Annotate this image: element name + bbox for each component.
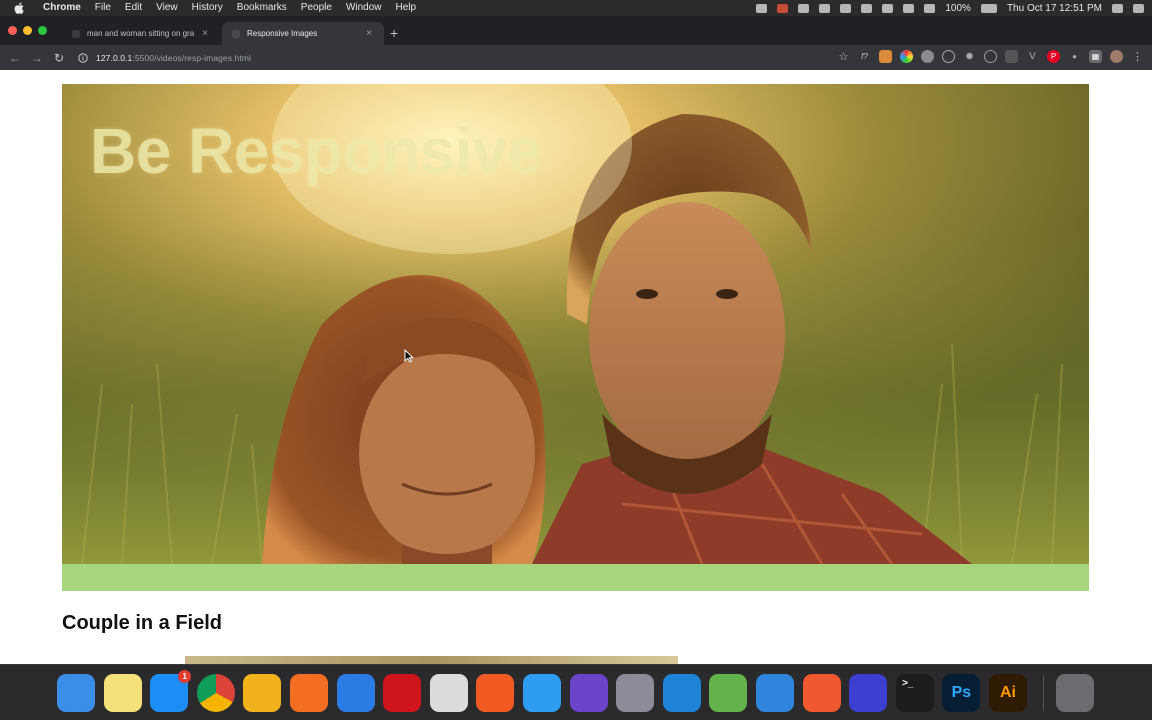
url-host: 127.0.0.1 (96, 52, 133, 63)
tab-favicon-icon (72, 29, 80, 38)
tab-close-icon[interactable]: × (200, 28, 210, 39)
clock[interactable]: Thu Oct 17 12:51 PM (1007, 3, 1102, 14)
messenger-icon[interactable] (819, 3, 831, 13)
site-info-icon[interactable] (76, 51, 90, 65)
notification-center-icon[interactable] (1133, 3, 1144, 13)
extension-box-icon[interactable]: ▦ (1089, 50, 1102, 63)
xcode-icon[interactable] (756, 674, 794, 712)
brave-icon[interactable] (476, 674, 515, 712)
address-bar[interactable]: 127.0.0.1:5500/videos/resp-images.html (76, 48, 856, 67)
extension-dark-icon[interactable]: ● (1068, 50, 1081, 63)
bluetooth-icon[interactable] (882, 3, 894, 13)
tab-favicon-icon (232, 29, 240, 38)
tab-inactive[interactable]: man and woman sitting on gra × (62, 22, 220, 45)
menu-window[interactable]: Window (339, 0, 389, 16)
new-tab-button[interactable]: + (390, 26, 398, 40)
tab-close-icon[interactable]: × (364, 28, 374, 39)
macos-dock: 1 >_ Ps Ai (0, 664, 1152, 720)
apple-icon[interactable] (12, 2, 26, 14)
profile-avatar[interactable] (1110, 50, 1123, 63)
browser-toolbar: ← → ↻ 127.0.0.1:5500/videos/resp-images.… (0, 45, 1152, 70)
image-caption-bar (62, 564, 1089, 591)
forward-button[interactable]: → (26, 51, 48, 65)
safari-icon[interactable] (523, 674, 561, 712)
menu-history[interactable]: History (185, 0, 230, 16)
vue-devtools-icon[interactable]: V (1026, 50, 1039, 63)
notes-icon[interactable] (103, 674, 142, 712)
hero-title: Be Responsive (90, 115, 543, 187)
android-studio-icon[interactable] (709, 674, 748, 712)
safari-tech-preview-icon[interactable] (569, 674, 608, 712)
page-viewport: Be Responsive Couple in a Field (0, 70, 1152, 664)
tab-title: man and woman sitting on gra (87, 29, 195, 38)
next-image-preview (185, 656, 678, 664)
app-store-icon[interactable]: 1 (150, 670, 192, 712)
url-path: :5500/videos/resp-images.html (132, 52, 252, 63)
menu-help[interactable]: Help (389, 0, 424, 16)
chrome-icon[interactable] (196, 674, 235, 712)
photoshop-label: Ps (951, 684, 972, 701)
terminal-label: >_ (902, 678, 914, 689)
menu-view[interactable]: View (149, 0, 185, 16)
opera-gx-icon[interactable] (429, 674, 468, 712)
extension-orange-icon[interactable] (879, 50, 892, 63)
tab-active[interactable]: Responsive Images × (222, 22, 384, 45)
volume-icon[interactable] (924, 3, 936, 13)
swift-icon[interactable] (802, 674, 841, 712)
illustrator-icon[interactable]: Ai (989, 674, 1027, 712)
extension-target-icon[interactable] (942, 50, 955, 63)
illustrator-label: Ai (1000, 684, 1016, 701)
menu-edit[interactable]: Edit (118, 0, 149, 16)
back-button[interactable]: ← (4, 51, 26, 65)
finder-icon[interactable] (57, 674, 95, 712)
firefox-icon[interactable] (290, 674, 328, 712)
chrome-menu-icon[interactable]: ⋮ (1131, 50, 1144, 63)
tab-title: Responsive Images (247, 29, 318, 38)
chrome-canary-icon[interactable] (243, 674, 282, 712)
firefox-dev-icon[interactable] (336, 674, 375, 712)
motion-icon[interactable] (616, 674, 655, 712)
screen-record-icon[interactable] (756, 3, 768, 13)
section-title: Couple in a Field (62, 612, 223, 634)
menu-file[interactable]: File (88, 0, 118, 16)
terminal-icon[interactable]: >_ (895, 674, 934, 712)
zoom-window-button[interactable] (38, 26, 47, 35)
slack-icon[interactable] (840, 3, 852, 13)
bookmark-star-icon[interactable]: ☆ (837, 50, 850, 63)
pinterest-icon[interactable]: P (1047, 50, 1060, 63)
trash-icon[interactable] (1056, 674, 1094, 712)
extension-status-icon[interactable] (777, 3, 789, 13)
dock-separator (1043, 675, 1044, 711)
spotlight-search-icon[interactable] (1112, 3, 1123, 13)
reload-button[interactable]: ↻ (48, 51, 70, 65)
battery-percent[interactable]: 100% (945, 3, 971, 14)
minimize-window-button[interactable] (23, 26, 32, 35)
close-window-button[interactable] (8, 26, 17, 35)
wifi-icon[interactable] (903, 3, 915, 13)
font-ninja-icon[interactable]: f? (858, 50, 871, 63)
airplay-icon[interactable] (861, 3, 873, 13)
vscode-icon[interactable] (662, 674, 701, 712)
extension-bar: ☆ f? ✹ V P ● ▦ ⋮ (837, 50, 1144, 63)
notification-badge: 1 (178, 670, 192, 683)
extension-gray-icon[interactable] (921, 50, 934, 63)
extension-square-icon[interactable] (1005, 50, 1018, 63)
mouse-cursor-icon (404, 349, 414, 363)
menu-people[interactable]: People (294, 0, 339, 16)
opera-icon[interactable] (383, 674, 422, 712)
battery-icon[interactable] (980, 3, 997, 13)
photoshop-icon[interactable]: Ps (942, 674, 981, 712)
cloud-icon[interactable] (798, 3, 810, 13)
menu-bookmarks[interactable]: Bookmarks (230, 0, 294, 16)
colorzilla-icon[interactable] (900, 50, 913, 63)
extension-gear-icon[interactable]: ✹ (963, 50, 976, 63)
extension-circle-icon[interactable] (984, 50, 997, 63)
hero-image: Be Responsive (62, 84, 1089, 564)
macos-menu-bar: Chrome File Edit View History Bookmarks … (0, 0, 1152, 16)
window-controls (8, 26, 47, 35)
polypane-icon[interactable] (849, 674, 888, 712)
menu-app-name[interactable]: Chrome (36, 0, 88, 16)
tab-strip: man and woman sitting on gra × Responsiv… (0, 16, 1152, 45)
url-text[interactable]: 127.0.0.1:5500/videos/resp-images.html (96, 53, 251, 63)
